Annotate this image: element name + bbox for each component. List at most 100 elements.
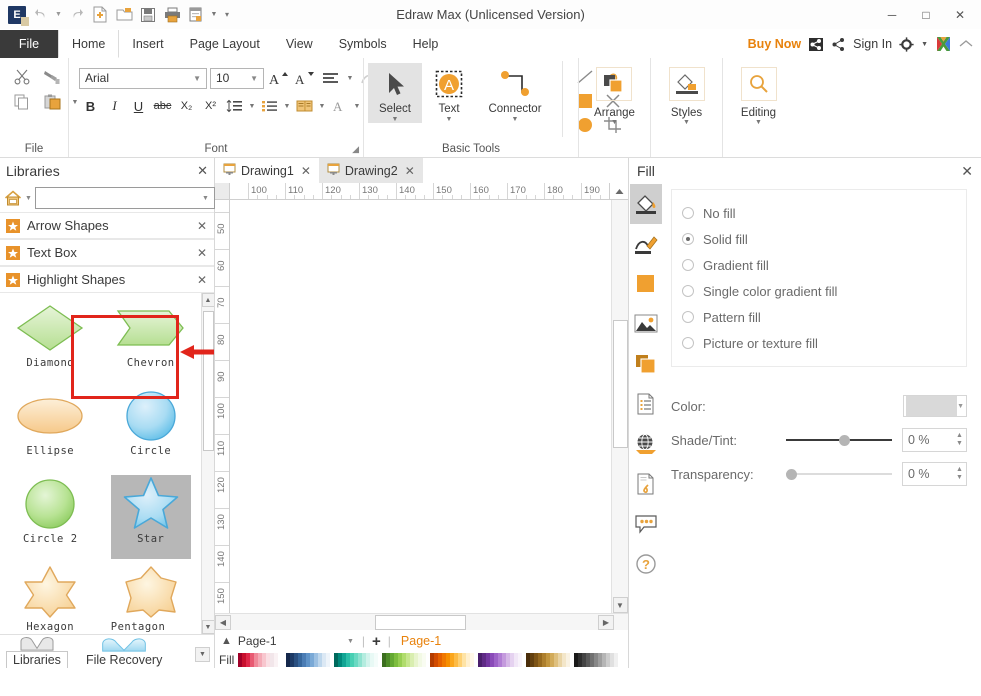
color-swatch[interactable] — [906, 396, 957, 416]
font-dialog-launcher-icon[interactable]: ◢ — [352, 144, 359, 155]
undo-icon[interactable] — [30, 4, 52, 26]
text-columns-icon[interactable] — [293, 95, 316, 117]
horizontal-ruler[interactable]: 100110120130140150160170180190 — [230, 183, 609, 200]
help-icon[interactable]: ? — [630, 544, 662, 584]
canvas-scroll-up-button[interactable] — [609, 183, 628, 200]
connector-tool-button[interactable]: Connector ▼ — [476, 63, 554, 123]
close-button[interactable]: ✕ — [943, 2, 977, 28]
undo-dropdown-icon[interactable]: ▼ — [54, 4, 63, 26]
bold-button[interactable]: B — [79, 95, 102, 117]
chevron-down-icon[interactable]: ▼ — [347, 638, 358, 645]
cut-icon[interactable] — [10, 66, 34, 88]
share-icon[interactable] — [831, 37, 846, 52]
radio-button[interactable] — [682, 311, 694, 323]
gear-icon[interactable] — [899, 37, 914, 52]
chevron-down-icon[interactable]: ▼ — [199, 195, 212, 202]
document-tab-drawing2[interactable]: Drawing2 ✕ — [319, 158, 423, 183]
decrease-font-size-icon[interactable]: A — [293, 67, 316, 89]
canvas-horizontal-scrollbar[interactable]: ◀ ▶ — [215, 613, 628, 630]
format-painter-icon[interactable] — [40, 66, 64, 88]
superscript-button[interactable]: X² — [199, 95, 222, 117]
shape-item-hexagon[interactable]: Hexagon — [0, 563, 101, 634]
color-picker-combo[interactable]: ▼ — [903, 395, 967, 417]
radio-button[interactable] — [682, 207, 694, 219]
tab-file-recovery[interactable]: File Recovery — [74, 636, 174, 668]
fill-option-picture-or-texture-fill[interactable]: Picture or texture fill — [682, 330, 966, 356]
text-align-icon[interactable] — [319, 67, 342, 89]
scrollbar-thumb[interactable] — [203, 311, 214, 451]
drawing-sheet[interactable] — [230, 200, 611, 613]
open-folder-icon[interactable] — [113, 4, 135, 26]
scroll-up-button[interactable]: ▲ — [202, 293, 215, 307]
font-size-combo[interactable]: 10 ▼ — [210, 68, 264, 89]
fill-option-single-color-gradient-fill[interactable]: Single color gradient fill — [682, 278, 966, 304]
comment-icon[interactable] — [630, 504, 662, 544]
minimize-button[interactable]: ─ — [875, 2, 909, 28]
tab-libraries[interactable]: Libraries — [0, 635, 74, 668]
scroll-down-button[interactable]: ▼ — [202, 620, 215, 634]
scroll-down-button[interactable]: ▼ — [613, 597, 628, 613]
italic-button[interactable]: I — [103, 95, 126, 117]
document-tab-drawing1[interactable]: Drawing1 ✕ — [215, 158, 319, 183]
new-document-icon[interactable] — [89, 4, 111, 26]
sign-in-link[interactable]: Sign In — [853, 37, 892, 51]
text-columns-dropdown-icon[interactable]: ▼ — [317, 103, 327, 110]
strikethrough-button[interactable]: abc — [151, 95, 174, 117]
document-properties-icon[interactable] — [630, 384, 662, 424]
select-tool-dropdown-icon[interactable]: ▼ — [392, 116, 399, 123]
app-logo[interactable]: E — [6, 4, 28, 26]
styles-dropdown-icon[interactable]: ▼ — [683, 119, 690, 126]
text-tool-button[interactable]: A Text ▼ — [422, 63, 476, 123]
search-input[interactable] — [40, 190, 199, 206]
gear-dropdown-icon[interactable]: ▼ — [921, 41, 928, 48]
menu-item-view[interactable]: View — [273, 30, 326, 58]
styles-icon[interactable] — [669, 67, 705, 101]
library-category-text-box[interactable]: Text Box ✕ — [0, 239, 214, 266]
increase-font-size-icon[interactable]: A — [267, 67, 290, 89]
transparency-spinner[interactable]: 0 % ▲▼ — [902, 462, 967, 486]
color-swatch-strip[interactable] — [238, 653, 622, 667]
horizontal-scrollbar-thumb[interactable] — [375, 615, 466, 630]
shape-item-ellipse[interactable]: Ellipse — [0, 387, 101, 475]
shape-item-pentagon[interactable]: Pentagon ··· — [101, 563, 202, 634]
font-name-combo[interactable]: Arial ▼ — [79, 68, 207, 89]
text-align-dropdown-icon[interactable]: ▼ — [345, 75, 355, 82]
save-icon[interactable] — [137, 4, 159, 26]
menu-item-page-layout[interactable]: Page Layout — [177, 30, 273, 58]
layers-icon[interactable] — [630, 344, 662, 384]
menu-item-help[interactable]: Help — [400, 30, 452, 58]
fill-bucket-icon[interactable] — [630, 184, 662, 224]
menu-item-home[interactable]: Home — [58, 30, 119, 58]
fill-option-solid-fill[interactable]: Solid fill — [682, 226, 966, 252]
select-tool-button[interactable]: Select ▼ — [368, 63, 422, 123]
qat-dropdown-icon[interactable]: ▼ — [209, 4, 219, 26]
font-color-dropdown-icon[interactable]: ▼ — [352, 103, 362, 110]
close-icon[interactable]: ✕ — [301, 164, 311, 178]
qat-customize-icon[interactable]: ▾ — [221, 4, 233, 26]
menu-item-insert[interactable]: Insert — [119, 30, 176, 58]
bullet-list-icon[interactable] — [258, 95, 281, 117]
library-category-highlight-shapes[interactable]: Highlight Shapes ✕ — [0, 266, 214, 293]
shape-item-circle-2[interactable]: Circle 2 — [0, 475, 101, 563]
hyperlink-globe-icon[interactable] — [630, 424, 662, 464]
line-spacing-icon[interactable] — [223, 95, 246, 117]
font-color-icon[interactable]: A — [328, 95, 351, 117]
redo-icon[interactable] — [65, 4, 87, 26]
home-icon[interactable] — [4, 188, 22, 208]
menu-item-file[interactable]: File — [0, 30, 58, 58]
scroll-left-button[interactable]: ◀ — [215, 615, 231, 630]
edraw-colorful-icon[interactable] — [935, 36, 952, 52]
fill-option-pattern-fill[interactable]: Pattern fill — [682, 304, 966, 330]
connector-tool-dropdown-icon[interactable]: ▼ — [512, 116, 519, 123]
chevron-down-icon[interactable]: ▼ — [957, 403, 964, 410]
copy-icon[interactable] — [10, 91, 34, 113]
close-icon[interactable]: ✕ — [197, 219, 207, 233]
spinner-buttons[interactable]: ▲▼ — [953, 463, 966, 485]
close-icon[interactable]: ✕ — [197, 273, 207, 287]
close-icon[interactable]: ✕ — [405, 164, 415, 178]
close-icon[interactable]: ✕ — [961, 163, 973, 180]
radio-button-selected[interactable] — [682, 233, 694, 245]
radio-button[interactable] — [682, 259, 694, 271]
shade-tint-slider[interactable] — [786, 433, 892, 447]
scroll-right-button[interactable]: ▶ — [598, 615, 614, 630]
